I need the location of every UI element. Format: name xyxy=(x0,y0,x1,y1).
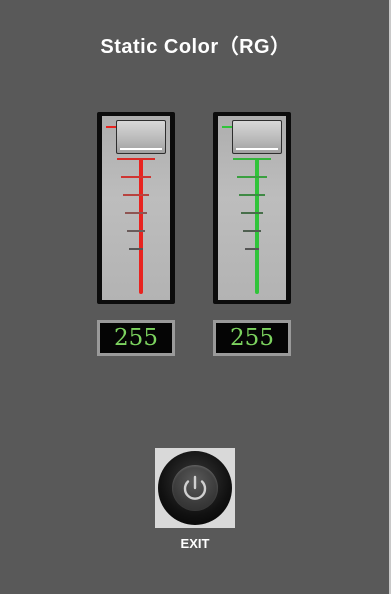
static-color-screen: Static Color（RG） 255 255 EXIT xyxy=(0,0,391,594)
power-icon xyxy=(183,475,207,500)
red-slider-tick xyxy=(129,248,143,250)
red-slider-tick xyxy=(125,212,147,214)
green-value: 255 xyxy=(216,323,288,353)
red-value-display: 255 xyxy=(97,320,175,356)
red-slider-tick xyxy=(123,194,149,196)
exit-button[interactable] xyxy=(155,448,235,528)
green-slider-tick xyxy=(239,194,265,196)
green-slider-tick xyxy=(241,212,263,214)
green-slider-rail xyxy=(255,158,259,294)
green-slider-tick xyxy=(243,230,261,232)
green-slider-tick xyxy=(233,158,271,160)
green-slider-tick xyxy=(245,248,259,250)
green-slider-handle[interactable] xyxy=(232,120,282,154)
exit-button-circle[interactable] xyxy=(158,451,232,525)
red-value: 255 xyxy=(100,323,172,353)
green-slider-track xyxy=(218,116,286,300)
page-title: Static Color（RG） xyxy=(100,36,291,58)
red-slider-tick xyxy=(121,176,151,178)
red-slider-tick xyxy=(127,230,145,232)
green-value-display: 255 xyxy=(213,320,291,356)
red-slider[interactable] xyxy=(97,112,175,304)
red-slider-track xyxy=(102,116,170,300)
exit-label: EXIT xyxy=(180,536,210,551)
red-slider-tick xyxy=(117,158,155,160)
red-slider-rail xyxy=(139,158,143,294)
red-slider-handle[interactable] xyxy=(116,120,166,154)
green-slider[interactable] xyxy=(213,112,291,304)
green-slider-stub-left xyxy=(222,126,232,128)
green-slider-tick xyxy=(237,176,267,178)
red-slider-stub-left xyxy=(106,126,116,128)
